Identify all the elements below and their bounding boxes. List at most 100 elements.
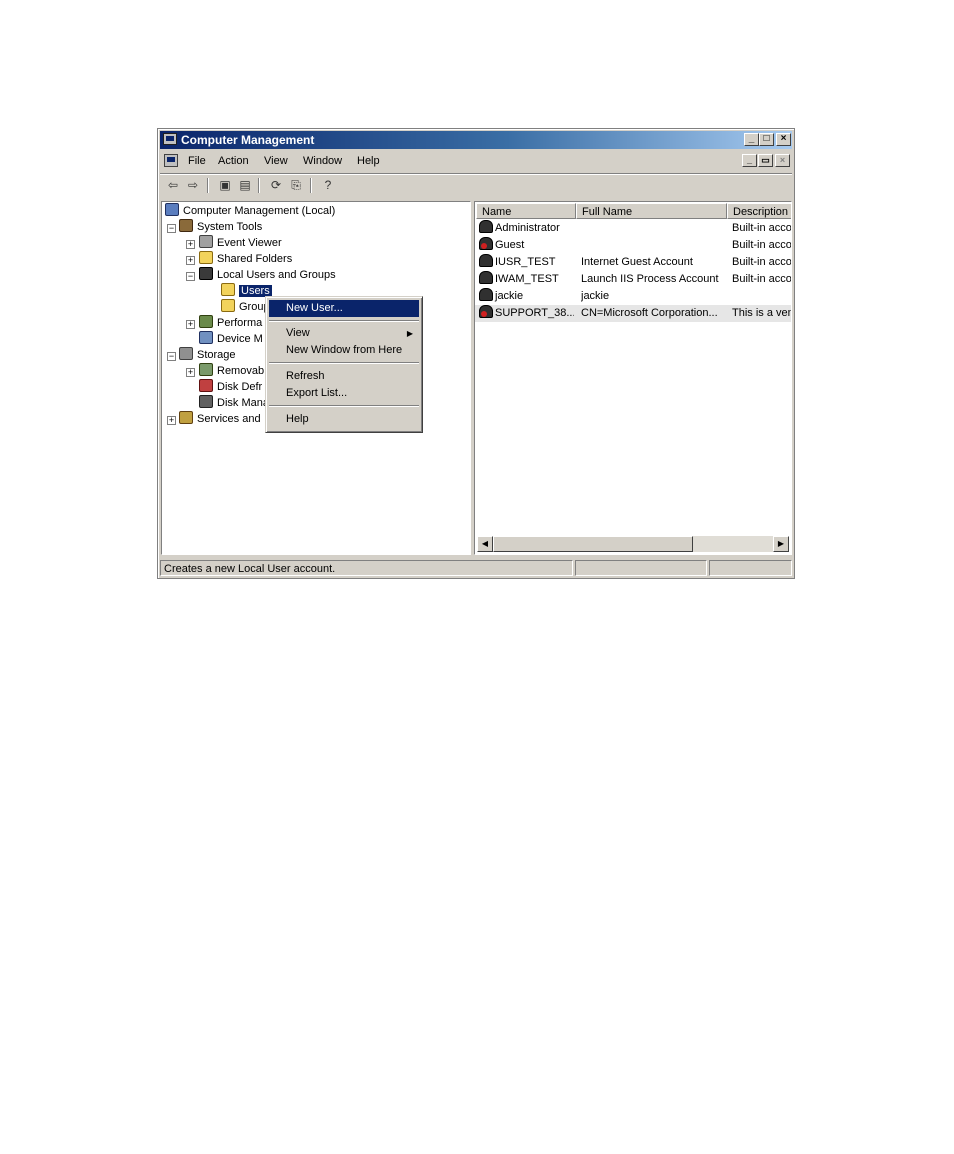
tree-item-device-manager[interactable]: Device M [199,331,263,347]
menu-item-refresh[interactable]: Refresh [269,368,419,385]
scroll-left-icon[interactable]: ◀ [477,536,493,552]
tree-item-event-viewer[interactable]: Event Viewer [199,235,282,251]
tree-item-system-tools[interactable]: System Tools [179,219,262,235]
mdi-minimize-button[interactable]: _ [742,154,757,167]
full-name-cell: Launch IIS Process Account [581,273,719,285]
computer-management-icon [163,133,177,145]
tree-item-shared-folders[interactable]: Shared Folders [199,251,292,267]
system-tools-icon [179,219,193,232]
user-icon [479,271,493,284]
collapse-toggle[interactable]: − [167,224,176,233]
details-pane[interactable]: Name Full Name Description Administrator… [474,201,792,555]
menu-item-new-user[interactable]: New User... [269,300,419,317]
mdi-close-button[interactable]: × [775,154,790,167]
full-name-cell: jackie [581,290,610,302]
tree-label: Disk Defr [217,381,263,393]
toolbar: ⇦ ⇨ ▣ ▤ ⟳ ⎘ ? [160,173,792,198]
tree-item-root[interactable]: Computer Management (Local) [165,203,335,219]
menu-separator [269,362,419,364]
mdi-restore-button[interactable]: ▭ [758,154,773,167]
folder-icon [221,283,235,296]
system-menu-icon[interactable] [164,154,178,167]
refresh-icon[interactable]: ⟳ [267,177,285,194]
full-name-cell: Internet Guest Account [581,256,693,268]
forward-arrow-icon[interactable]: ⇨ [184,177,202,194]
list-row[interactable]: jackie jackie [475,288,791,305]
storage-icon [179,347,193,360]
menu-item-export-list[interactable]: Export List... [269,385,419,402]
description-cell: This is a ven [732,307,792,319]
tree-item-local-users-groups[interactable]: Local Users and Groups [199,267,336,283]
menu-item-help[interactable]: Help [269,411,419,428]
name-cell: SUPPORT_38... [479,305,574,322]
menu-action[interactable]: Action [218,155,249,167]
menu-window[interactable]: Window [303,155,342,167]
column-header-description[interactable]: Description [727,203,791,219]
computer-management-window: Computer Management _ □ × File Action Vi… [157,128,795,579]
tree-item-removable[interactable]: Removab [199,363,264,379]
column-header-name[interactable]: Name [476,203,576,219]
user-icon [479,288,493,301]
tree-label: Shared Folders [217,253,293,265]
menu-separator [269,405,419,407]
tree-label: Removab [217,365,265,377]
name-cell: Administrator [479,220,574,237]
show-hide-tree-icon[interactable]: ▤ [236,177,254,194]
scroll-thumb[interactable] [493,536,693,552]
menu-help[interactable]: Help [357,155,380,167]
tree-item-disk-management[interactable]: Disk Mana [199,395,269,411]
title-bar[interactable]: Computer Management _ □ × [160,131,792,149]
window-title: Computer Management [181,133,315,147]
list-row[interactable]: SUPPORT_38... CN=Microsoft Corporation..… [475,305,792,322]
computer-icon [165,203,179,216]
column-header-full-name[interactable]: Full Name [576,203,727,219]
tree-label: Event Viewer [217,237,282,249]
menu-file[interactable]: File [188,155,206,167]
tree-item-services[interactable]: Services and [179,411,261,427]
expand-toggle[interactable]: + [167,416,176,425]
back-arrow-icon[interactable]: ⇦ [164,177,182,194]
tree-item-performance[interactable]: Performa [199,315,262,331]
status-panel [709,560,792,576]
name-cell: IWAM_TEST [479,271,574,288]
menu-item-new-window[interactable]: New Window from Here [269,342,419,359]
expand-toggle[interactable]: + [186,240,195,249]
minimize-button[interactable]: _ [744,133,759,146]
maximize-button[interactable]: □ [759,133,774,146]
tree-label: Computer Management (Local) [183,205,336,217]
folder-icon [221,299,235,312]
list-row[interactable]: IWAM_TEST Launch IIS Process Account Bui… [475,271,791,288]
tree-item-storage[interactable]: Storage [179,347,236,363]
user-icon [479,254,493,267]
disabled-user-icon [479,237,493,250]
collapse-toggle[interactable]: − [186,272,195,281]
services-icon [179,411,193,424]
tree-label: Services and [197,413,261,425]
submenu-arrow-icon: ▶ [406,329,413,338]
menu-item-view[interactable]: View ▶ [269,325,419,342]
list-row[interactable]: IUSR_TEST Internet Guest Account Built-i… [475,254,791,271]
horizontal-scrollbar[interactable]: ◀ ▶ [477,536,789,552]
help-icon[interactable]: ? [319,177,337,194]
toolbar-separator [310,178,312,193]
disk-management-icon [199,395,213,408]
toolbar-separator [258,178,260,193]
toolbar-separator [207,178,209,193]
up-folder-icon[interactable]: ▣ [216,177,234,194]
close-button[interactable]: × [776,133,791,146]
expand-toggle[interactable]: + [186,256,195,265]
menu-view[interactable]: View [264,155,288,167]
tree-item-groups[interactable]: Group [221,299,270,315]
full-name-cell: CN=Microsoft Corporation... [581,307,718,319]
expand-toggle[interactable]: + [186,320,195,329]
list-row[interactable]: Administrator Built-in accou [475,220,791,237]
scroll-right-icon[interactable]: ▶ [773,536,789,552]
export-list-icon[interactable]: ⎘ [287,177,305,194]
collapse-toggle[interactable]: − [167,352,176,361]
tree-item-disk-defrag[interactable]: Disk Defr [199,379,262,395]
name-cell: IUSR_TEST [479,254,574,271]
list-row[interactable]: Guest Built-in accou [475,237,792,254]
user-icon [479,220,493,233]
description-cell: Built-in accou [732,239,792,251]
expand-toggle[interactable]: + [186,368,195,377]
